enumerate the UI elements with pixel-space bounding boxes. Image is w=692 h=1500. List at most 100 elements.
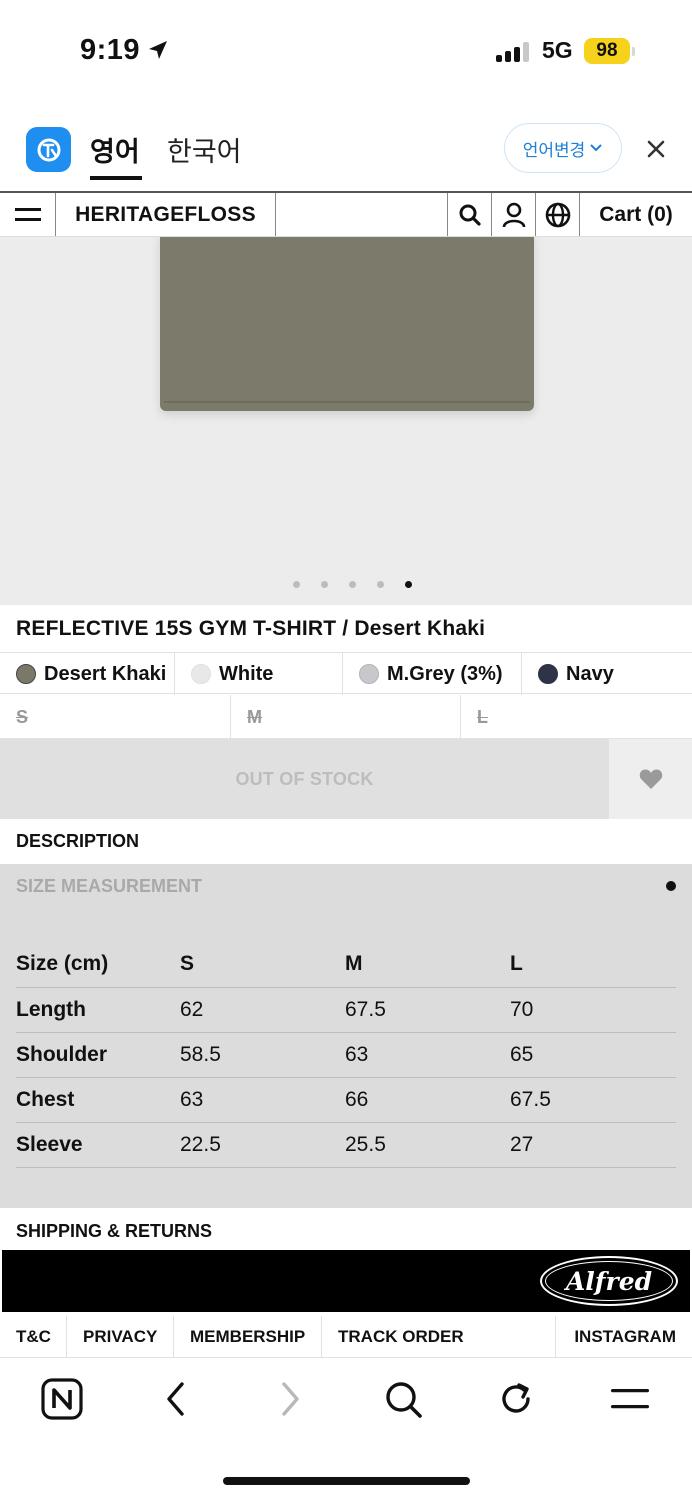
table-cell: 70	[510, 987, 676, 1033]
size-table: Size (cm) S M L Length 62 67.5 70 Should…	[16, 942, 676, 1168]
table-cell: 58.5	[180, 1032, 345, 1078]
search-icon[interactable]	[381, 1377, 425, 1421]
footer-link-privacy[interactable]: PRIVACY	[67, 1316, 174, 1357]
table-row: Shoulder 58.5 63 65	[16, 1032, 676, 1078]
change-language-label: 언어변경	[522, 140, 586, 161]
table-row: Length 62 67.5 70	[16, 987, 676, 1033]
table-cell: 65	[510, 1032, 676, 1078]
footer-banner: Alfred	[2, 1250, 690, 1312]
home-indicator	[223, 1477, 470, 1485]
color-swatch	[359, 664, 379, 684]
site-brand[interactable]: HERITAGEFLOSS	[56, 193, 276, 236]
chevron-down-icon	[589, 138, 603, 158]
row-label: Length	[16, 987, 180, 1033]
battery-level: 98	[584, 38, 630, 64]
battery-icon	[632, 47, 635, 56]
color-option-m-grey[interactable]: M.Grey (3%)	[343, 653, 522, 695]
user-icon[interactable]	[492, 193, 536, 236]
table-row: Chest 63 66 67.5	[16, 1077, 676, 1123]
table-cell: 27	[510, 1122, 676, 1168]
row-label: Shoulder	[16, 1032, 180, 1078]
table-cell: 67.5	[510, 1077, 676, 1123]
table-cell: 22.5	[180, 1122, 345, 1168]
location-arrow-icon	[146, 38, 170, 67]
column-header: S	[180, 942, 345, 988]
network-type: 5G	[542, 37, 573, 63]
column-header: M	[345, 942, 510, 988]
footer-link-track-order[interactable]: TRACK ORDER	[322, 1316, 556, 1357]
description-heading[interactable]: DESCRIPTION	[16, 831, 139, 852]
product-image	[160, 237, 534, 411]
naver-home-icon[interactable]	[40, 1377, 84, 1421]
carousel-dots[interactable]	[0, 581, 692, 588]
reload-icon[interactable]	[494, 1377, 538, 1421]
footer-link-instagram[interactable]: INSTAGRAM	[556, 1316, 692, 1357]
out-of-stock-button[interactable]: OUT OF STOCK	[0, 739, 609, 819]
footer-link-tc[interactable]: T&C	[0, 1316, 67, 1357]
table-cell: 66	[345, 1077, 510, 1123]
footer-link-membership[interactable]: MEMBERSHIP	[174, 1316, 322, 1357]
color-swatch	[16, 664, 36, 684]
expanded-indicator-icon	[666, 881, 676, 891]
carousel-dot[interactable]	[320, 581, 328, 588]
alfred-logo[interactable]: Alfred	[540, 1256, 678, 1306]
color-options: Desert Khaki White M.Grey (3%) Navy	[0, 652, 692, 695]
carousel-dot[interactable]	[404, 581, 412, 588]
color-option-white[interactable]: White	[175, 653, 343, 695]
table-cell: 67.5	[345, 987, 510, 1033]
cart-link[interactable]: Cart (0)	[580, 193, 692, 236]
cellular-signal-icon	[496, 42, 529, 62]
footer-links: T&C PRIVACY MEMBERSHIP TRACK ORDER INSTA…	[0, 1316, 692, 1358]
color-option-desert-khaki[interactable]: Desert Khaki	[0, 653, 175, 695]
size-option-l[interactable]: L	[461, 695, 692, 739]
carousel-dot[interactable]	[376, 581, 384, 588]
search-icon[interactable]	[448, 193, 492, 236]
status-time: 9:19	[80, 34, 141, 66]
tab-korean[interactable]: 한국어	[167, 130, 242, 169]
site-header: HERITAGEFLOSS Cart (0)	[0, 191, 692, 237]
purchase-row: OUT OF STOCK	[0, 739, 692, 819]
color-swatch	[538, 664, 558, 684]
size-option-s[interactable]: S	[0, 695, 231, 739]
color-label: Navy	[566, 662, 614, 685]
more-menu-icon[interactable]	[608, 1377, 652, 1421]
column-header: L	[510, 942, 676, 988]
table-header-row: Size (cm) S M L	[16, 942, 676, 988]
forward-icon[interactable]	[268, 1377, 312, 1421]
color-option-navy[interactable]: Navy	[522, 653, 692, 695]
table-cell: 63	[345, 1032, 510, 1078]
size-measurement-heading[interactable]: SIZE MEASUREMENT	[16, 876, 202, 897]
color-label: Desert Khaki	[44, 662, 167, 685]
table-row: Sleeve 22.5 25.5 27	[16, 1122, 676, 1168]
table-cell: 25.5	[345, 1122, 510, 1168]
hamburger-menu-icon[interactable]	[0, 193, 56, 236]
color-label: M.Grey (3%)	[387, 662, 503, 685]
globe-icon[interactable]	[536, 193, 580, 236]
browser-toolbar	[0, 1358, 692, 1440]
search-field[interactable]	[276, 193, 448, 236]
product-title: REFLECTIVE 15S GYM T-SHIRT / Desert Khak…	[16, 617, 486, 640]
tab-english[interactable]: 영어	[90, 130, 140, 169]
carousel-dot[interactable]	[348, 581, 356, 588]
size-measurement-panel: SIZE MEASUREMENT Size (cm) S M L Length …	[0, 864, 692, 1208]
translate-bar: 영어 한국어 언어변경	[0, 112, 692, 190]
status-bar: 9:19 5G 98	[0, 0, 692, 100]
product-image-hem	[164, 397, 530, 403]
close-icon[interactable]	[643, 136, 669, 162]
product-image-carousel[interactable]	[0, 237, 692, 605]
active-tab-indicator	[90, 176, 142, 180]
row-label: Chest	[16, 1077, 180, 1123]
back-icon[interactable]	[154, 1377, 198, 1421]
table-cell: 63	[180, 1077, 345, 1123]
size-options: S M L	[0, 695, 692, 739]
heart-icon[interactable]	[609, 739, 692, 819]
change-language-button[interactable]: 언어변경	[504, 123, 622, 173]
row-label: Sleeve	[16, 1122, 180, 1168]
color-swatch	[191, 664, 211, 684]
naver-translate-icon[interactable]	[26, 127, 71, 172]
color-label: White	[219, 662, 274, 685]
size-option-m[interactable]: M	[231, 695, 461, 739]
carousel-dot[interactable]	[292, 581, 300, 588]
shipping-returns-heading[interactable]: SHIPPING & RETURNS	[16, 1221, 212, 1242]
table-cell: 62	[180, 987, 345, 1033]
